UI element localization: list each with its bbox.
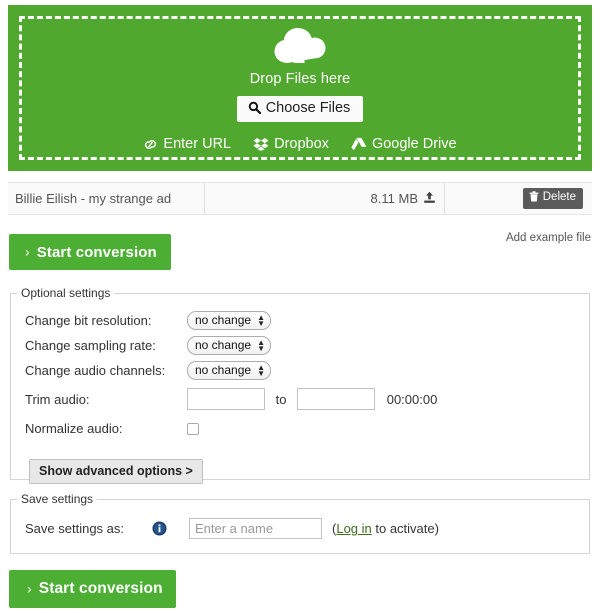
file-size-cell: 8.11 MB bbox=[205, 183, 445, 214]
start-conversion-label: Start conversion bbox=[39, 580, 163, 598]
trim-end-input[interactable] bbox=[297, 388, 375, 410]
google-drive-label: Google Drive bbox=[372, 136, 457, 152]
save-settings-legend: Save settings bbox=[17, 492, 97, 506]
save-settings-name-input[interactable] bbox=[189, 518, 322, 539]
service-links: Enter URL Dropbox bbox=[143, 136, 456, 152]
login-activate-note: (Log in to activate) bbox=[332, 521, 439, 536]
trim-audio-label: Trim audio: bbox=[25, 383, 187, 415]
google-drive-icon bbox=[351, 137, 367, 151]
file-actions: Delete bbox=[445, 183, 592, 214]
start-conversion-button-top[interactable]: › Start conversion bbox=[9, 234, 171, 270]
optional-settings-panel: Optional settings Change bit resolution:… bbox=[10, 286, 590, 480]
log-in-link[interactable]: Log in bbox=[336, 521, 371, 536]
add-example-file-link[interactable]: Add example file bbox=[506, 232, 591, 244]
optional-settings-table: Change bit resolution: no change ▲▼ Chan… bbox=[25, 308, 437, 441]
normalize-audio-checkbox[interactable] bbox=[187, 423, 199, 435]
upload-arrow-icon[interactable] bbox=[423, 191, 436, 207]
normalize-audio-label: Normalize audio: bbox=[25, 415, 187, 441]
sampling-rate-select-wrap: no change ▲▼ bbox=[187, 336, 271, 355]
setting-row-trim-audio: Trim audio: to 00:00:00 bbox=[25, 383, 437, 415]
dropbox-icon bbox=[253, 137, 269, 151]
search-icon bbox=[248, 101, 261, 116]
cloud-upload-icon bbox=[273, 27, 327, 67]
setting-row-bit-resolution: Change bit resolution: no change ▲▼ bbox=[25, 308, 437, 333]
start-conversion-label: Start conversion bbox=[37, 244, 157, 261]
dropzone-dashed-border: Drop Files here Choose Files bbox=[19, 16, 581, 160]
choose-files-button[interactable]: Choose Files bbox=[237, 96, 364, 122]
choose-files-label: Choose Files bbox=[266, 101, 351, 116]
save-settings-row: Save settings as: (Log in to activate) bbox=[25, 518, 589, 539]
google-drive-link[interactable]: Google Drive bbox=[351, 136, 457, 152]
sampling-rate-select[interactable]: no change bbox=[187, 336, 271, 355]
info-icon[interactable] bbox=[152, 521, 167, 536]
audio-channels-select[interactable]: no change bbox=[187, 361, 271, 380]
save-settings-label: Save settings as: bbox=[25, 521, 152, 536]
trim-total-duration: 00:00:00 bbox=[379, 392, 438, 407]
bit-resolution-select-wrap: no change ▲▼ bbox=[187, 311, 271, 330]
drop-files-label: Drop Files here bbox=[250, 71, 351, 87]
audio-channels-label: Change audio channels: bbox=[25, 358, 187, 383]
file-row: Billie Eilish - my strange ad 8.11 MB De… bbox=[8, 182, 592, 215]
file-name: Billie Eilish - my strange ad bbox=[8, 183, 205, 214]
bit-resolution-label: Change bit resolution: bbox=[25, 308, 187, 333]
enter-url-link[interactable]: Enter URL bbox=[143, 136, 231, 152]
delete-button[interactable]: Delete bbox=[523, 188, 583, 210]
optional-settings-legend: Optional settings bbox=[17, 286, 114, 300]
trim-separator-label: to bbox=[269, 392, 294, 407]
setting-row-sampling-rate: Change sampling rate: no change ▲▼ bbox=[25, 333, 437, 358]
sampling-rate-label: Change sampling rate: bbox=[25, 333, 187, 358]
audio-channels-select-wrap: no change ▲▼ bbox=[187, 361, 271, 380]
start-conversion-button-bottom[interactable]: › Start conversion bbox=[9, 570, 176, 608]
bit-resolution-select[interactable]: no change bbox=[187, 311, 271, 330]
setting-row-audio-channels: Change audio channels: no change ▲▼ bbox=[25, 358, 437, 383]
enter-url-label: Enter URL bbox=[163, 136, 231, 152]
chevron-right-icon: › bbox=[27, 581, 32, 597]
note-suffix: to activate) bbox=[372, 521, 439, 536]
show-advanced-options-button[interactable]: Show advanced options > bbox=[29, 459, 203, 484]
delete-label: Delete bbox=[543, 192, 576, 204]
file-size: 8.11 MB bbox=[371, 191, 418, 206]
trash-icon bbox=[529, 191, 539, 206]
dropzone[interactable]: Drop Files here Choose Files bbox=[8, 5, 592, 171]
save-settings-panel: Save settings Save settings as: (Log in … bbox=[10, 492, 590, 554]
link-icon bbox=[143, 138, 158, 151]
trim-start-input[interactable] bbox=[187, 388, 265, 410]
setting-row-normalize-audio: Normalize audio: bbox=[25, 415, 437, 441]
dropbox-link[interactable]: Dropbox bbox=[253, 136, 329, 152]
dropbox-label: Dropbox bbox=[274, 136, 329, 152]
chevron-right-icon: › bbox=[25, 244, 30, 260]
